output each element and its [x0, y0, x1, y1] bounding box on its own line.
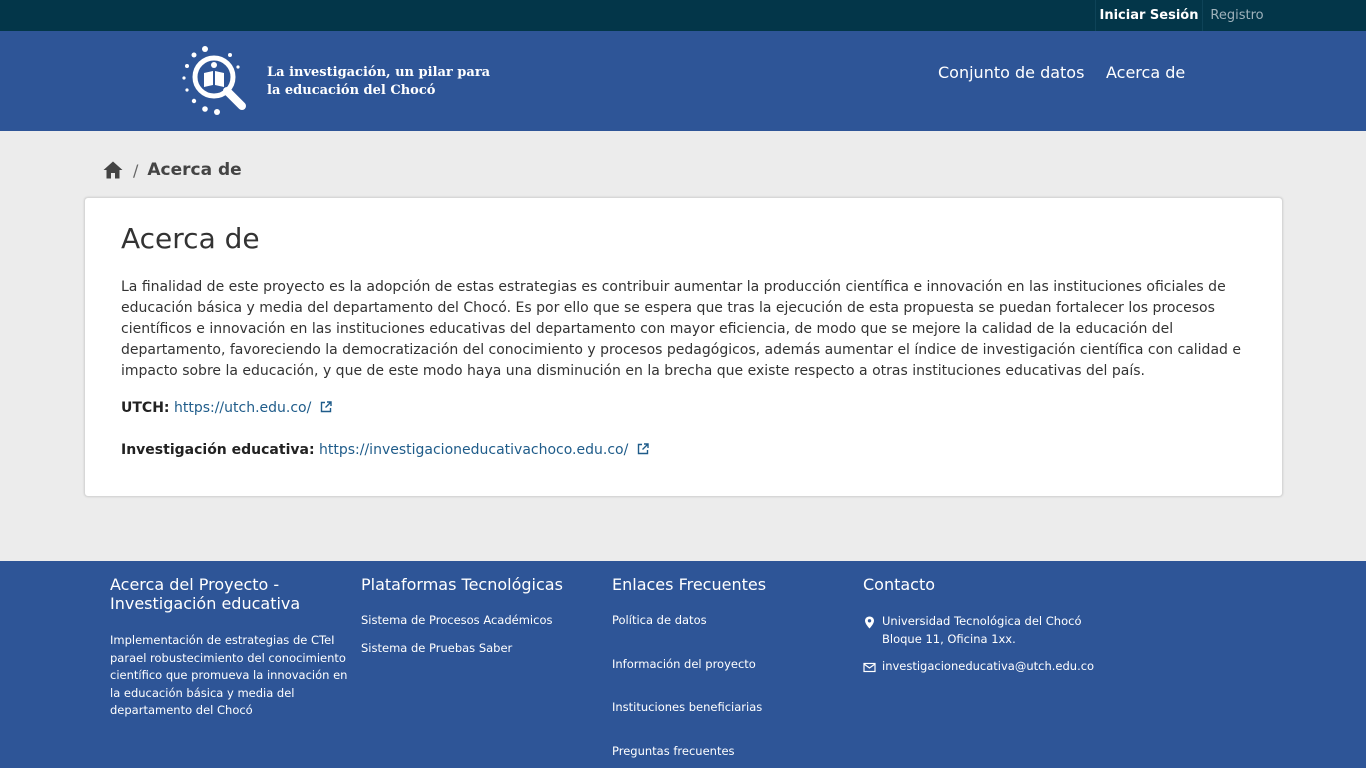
contact-email-address[interactable]: investigacioneducativa@utch.edu.co: [882, 658, 1094, 676]
footer-link-saber-tests[interactable]: Sistema de Pruebas Saber: [361, 641, 601, 656]
utch-link-row: UTCH: https://utch.edu.co/: [121, 398, 332, 418]
home-icon[interactable]: [103, 160, 123, 180]
external-link-icon[interactable]: [637, 443, 649, 455]
contact-address-line-2: Bloque 11, Oficina 1xx.: [882, 631, 1016, 646]
register-link[interactable]: Registro: [1203, 0, 1271, 31]
footer-link-data-policy[interactable]: Política de datos: [612, 613, 852, 628]
footer-link-academic-system[interactable]: Sistema de Procesos Académicos: [361, 613, 601, 628]
contact-address-line-1: Universidad Tecnológica del Chocó: [882, 614, 1082, 628]
about-paragraph: La finalidad de este proyecto es la adop…: [121, 279, 1241, 379]
location-pin-icon: [865, 616, 874, 629]
login-link[interactable]: Iniciar Sesión: [1095, 0, 1203, 31]
content-card: Acerca de La finalidad de este proyecto …: [84, 197, 1283, 497]
contact-email: investigacioneducativa@utch.edu.co: [863, 658, 1103, 676]
external-link-icon[interactable]: [320, 401, 332, 413]
nav-datasets[interactable]: Conjunto de datos: [938, 62, 1084, 84]
footer: Acerca del Proyecto - Investigación educ…: [0, 561, 1366, 768]
logo-magnifier-book-icon[interactable]: [182, 45, 248, 117]
footer-links-title: Enlaces Frecuentes: [612, 575, 767, 594]
research-link[interactable]: https://investigacioneducativachoco.edu.…: [319, 442, 628, 458]
masthead: La investigación, un pilar para la educa…: [0, 31, 1366, 131]
footer-link-faq[interactable]: Preguntas frecuentes: [612, 744, 852, 759]
site-tagline[interactable]: La investigación, un pilar para la educa…: [267, 64, 497, 100]
tagline-line-1: La investigación, un pilar para: [267, 65, 491, 80]
breadcrumb-separator: /: [133, 160, 139, 180]
footer-link-project-info[interactable]: Información del proyecto: [612, 657, 852, 672]
utch-label: UTCH:: [121, 400, 170, 416]
mail-icon: [863, 662, 876, 673]
tagline-line-2: la educación del Chocó: [267, 83, 436, 98]
footer-platforms-column: Plataformas Tecnológicas Sistema de Proc…: [361, 575, 601, 669]
footer-contact-title: Contacto: [863, 575, 936, 594]
footer-about-description: Implementación de estrategias de CTeI pa…: [110, 633, 348, 717]
nav-about[interactable]: Acerca de: [1106, 62, 1185, 84]
account-bar: Iniciar Sesión Registro: [0, 0, 1366, 31]
contact-address: Universidad Tecnológica del Chocó Bloque…: [863, 613, 1103, 648]
footer-links-column: Enlaces Frecuentes Política de datos Inf…: [612, 575, 852, 768]
footer-about-column: Acerca del Proyecto - Investigación educ…: [110, 575, 350, 720]
footer-contact-column: Contacto Universidad Tecnológica del Cho…: [863, 575, 1103, 676]
research-link-row: Investigación educativa: https://investi…: [121, 440, 649, 460]
footer-link-institutions[interactable]: Instituciones beneficiarias: [612, 700, 852, 715]
footer-platforms-title: Plataformas Tecnológicas: [361, 575, 563, 594]
utch-link[interactable]: https://utch.edu.co/: [174, 400, 311, 416]
page-title: Acerca de: [121, 222, 260, 255]
research-label: Investigación educativa:: [121, 442, 315, 458]
breadcrumb-current: Acerca de: [147, 160, 242, 180]
footer-about-title: Acerca del Proyecto - Investigación educ…: [110, 575, 301, 613]
breadcrumb: / Acerca de: [103, 158, 242, 182]
